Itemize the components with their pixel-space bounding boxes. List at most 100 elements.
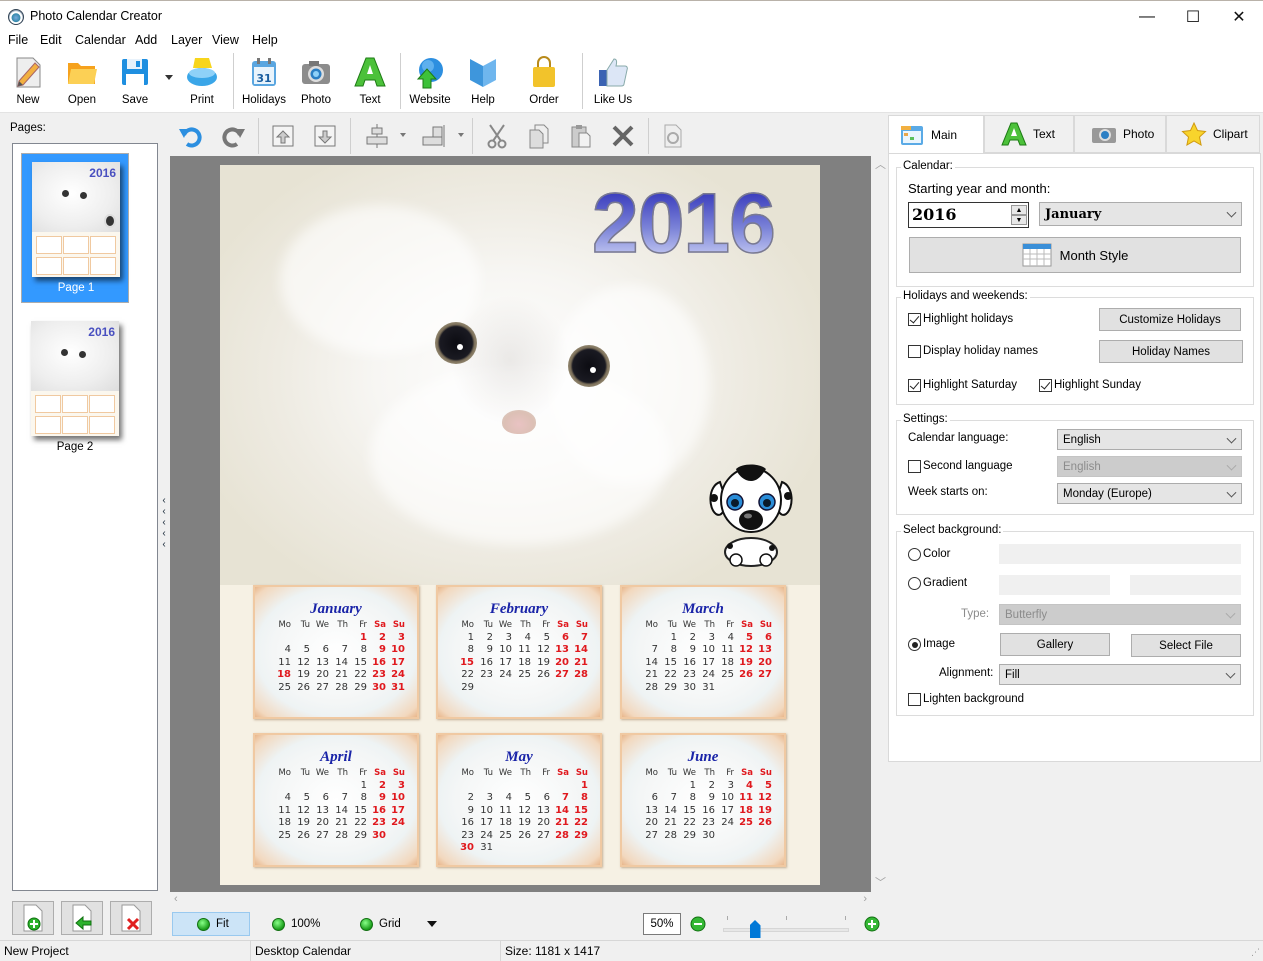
scroll-down-icon[interactable]: ﹀ — [875, 874, 886, 890]
spin-up-icon[interactable]: ▲ — [1011, 205, 1027, 215]
horizontal-scrollbar[interactable]: ‹ › — [170, 892, 871, 909]
redo-button[interactable] — [218, 121, 248, 151]
menu-file[interactable]: File — [8, 33, 28, 47]
background-color-radio[interactable] — [908, 548, 921, 561]
highlight-sunday-label[interactable]: Highlight Sunday — [1054, 379, 1141, 391]
month-style-button[interactable]: Month Style — [909, 237, 1241, 273]
add-page-button[interactable] — [12, 901, 54, 935]
calendar-year-title[interactable]: 2016 — [591, 175, 776, 272]
gallery-button[interactable]: Gallery — [1000, 633, 1110, 656]
second-language-label[interactable]: Second language — [923, 460, 1013, 472]
photo-button[interactable]: Photo — [296, 54, 336, 110]
menu-help[interactable]: Help — [252, 33, 278, 47]
print-button[interactable]: Print — [182, 54, 222, 110]
menu-layer[interactable]: Layer — [171, 33, 202, 47]
page-thumbnail-1[interactable]: 2016 Page 1 — [21, 153, 129, 303]
highlight-sunday-checkbox[interactable] — [1039, 379, 1052, 392]
scroll-left-icon[interactable]: ‹ — [174, 893, 178, 905]
month-june[interactable]: June Mo Tu We Th Fr Sa Su 1 2 3 4 5 6 7 8 9 10 11 12 13 14 15 1… — [620, 733, 786, 867]
select-file-button[interactable]: Select File — [1131, 634, 1241, 657]
holidays-button[interactable]: 31 Holidays — [242, 54, 286, 110]
close-button[interactable]: ✕ — [1216, 1, 1262, 32]
insert-page-button[interactable] — [61, 901, 103, 935]
background-gradient-label[interactable]: Gradient — [923, 577, 967, 589]
year-spinner[interactable]: 2016 ▲ ▼ — [908, 202, 1029, 228]
display-holiday-names-checkbox[interactable] — [908, 345, 921, 358]
month-may[interactable]: May Mo Tu We Th Fr Sa Su 1 2 3 4 5 6 7 8 9 10 11 12 13 14 15 16… — [436, 733, 602, 867]
week-starts-select[interactable]: Monday (Europe) — [1057, 483, 1242, 504]
minimize-button[interactable]: — — [1124, 1, 1170, 32]
menu-edit[interactable]: Edit — [40, 33, 62, 47]
month-march[interactable]: March Mo Tu We Th Fr Sa Su 1 2 3 4 5 6 7 8 9 10 11 12 13 14 15… — [620, 585, 786, 719]
size-dropdown-arrow-icon[interactable] — [458, 133, 464, 137]
grid-button[interactable]: Grid — [336, 912, 406, 936]
zoom-100-button[interactable]: 100% — [248, 912, 328, 936]
zoom-level-field[interactable]: 50% — [643, 913, 681, 935]
alignment-select[interactable]: Fill — [999, 664, 1241, 685]
save-dropdown-arrow-icon[interactable] — [165, 75, 173, 80]
zoom-in-button[interactable] — [864, 916, 880, 935]
save-button[interactable]: Save — [115, 54, 155, 110]
like-us-button[interactable]: Like Us — [592, 54, 634, 110]
zoom-slider-thumb[interactable] — [749, 920, 761, 938]
menu-add[interactable]: Add — [135, 33, 157, 47]
scroll-right-icon[interactable]: › — [863, 893, 867, 905]
bring-forward-button[interactable] — [268, 121, 298, 151]
scroll-up-icon[interactable]: ︿ — [875, 156, 886, 172]
tab-main[interactable]: Main — [888, 115, 984, 154]
tab-text[interactable]: Text — [984, 115, 1074, 153]
second-language-checkbox[interactable] — [908, 460, 921, 473]
month-april[interactable]: April Mo Tu We Th Fr Sa Su 1 2 3 4 5 6 7 8 9 10 11 12 13 14 15… — [253, 733, 419, 867]
send-backward-button[interactable] — [310, 121, 340, 151]
delete-page-button[interactable] — [110, 901, 152, 935]
customize-holidays-button[interactable]: Customize Holidays — [1099, 308, 1241, 331]
highlight-holidays-label[interactable]: Highlight holidays — [923, 313, 1013, 325]
background-color-label[interactable]: Color — [923, 548, 950, 560]
undo-button[interactable] — [176, 121, 206, 151]
cut-button[interactable] — [482, 121, 512, 151]
dalmatian-clipart[interactable] — [706, 460, 796, 568]
start-month-select[interactable]: January — [1039, 202, 1242, 226]
website-button[interactable]: Website — [408, 54, 452, 110]
tab-clipart[interactable]: Clipart — [1166, 115, 1260, 153]
lighten-background-checkbox[interactable] — [908, 693, 921, 706]
highlight-saturday-checkbox[interactable] — [908, 379, 921, 392]
month-february[interactable]: February Mo Tu We Th Fr Sa Su 1 2 3 4 5 6 7 8 9 10 11 12 13 1… — [436, 585, 602, 719]
lighten-background-label[interactable]: Lighten background — [923, 693, 1024, 705]
align-center-button[interactable] — [362, 121, 392, 151]
calendar-language-select[interactable]: English — [1057, 429, 1242, 450]
month-january[interactable]: January Mo Tu We Th Fr Sa Su 1 2 3 4 5 6 7 8 9 10 11 12 13 14… — [253, 585, 419, 719]
open-button[interactable]: Open — [62, 54, 102, 110]
maximize-button[interactable]: ☐ — [1170, 1, 1216, 32]
help-button[interactable]: Help — [463, 54, 503, 110]
menu-calendar[interactable]: Calendar — [75, 33, 126, 47]
new-button[interactable]: New — [8, 54, 48, 110]
holiday-names-button[interactable]: Holiday Names — [1099, 340, 1243, 363]
collapse-panel-handle[interactable]: ‹ ‹ ‹ ‹ ‹ — [158, 495, 170, 555]
grid-dropdown-arrow-icon[interactable] — [427, 921, 437, 927]
gradient-type-select[interactable]: Butterfly — [999, 604, 1241, 625]
fit-button[interactable]: Fit — [172, 912, 250, 936]
delete-button[interactable] — [608, 121, 638, 151]
highlight-saturday-label[interactable]: Highlight Saturday — [923, 379, 1017, 391]
zoom-out-button[interactable] — [690, 916, 706, 935]
calendar-page[interactable]: 2016 January Mo Tu We Th Fr Sa Su 1 2 3 4 5 6 7 8 9 10 11 1… — [220, 165, 820, 885]
text-button[interactable]: Text — [350, 54, 390, 110]
properties-button[interactable] — [658, 121, 688, 151]
zoom-slider-track[interactable] — [723, 928, 849, 932]
background-image-radio[interactable] — [908, 638, 921, 651]
paste-button[interactable] — [566, 121, 596, 151]
align-bottom-button[interactable] — [418, 121, 448, 151]
copy-button[interactable] — [524, 121, 554, 151]
vertical-scrollbar[interactable]: ︿ ﹀ — [871, 156, 888, 892]
order-button[interactable]: Order — [524, 54, 564, 110]
menu-view[interactable]: View — [212, 33, 239, 47]
tab-photo[interactable]: Photo — [1074, 115, 1166, 153]
page-thumbnail-2[interactable]: 2016 Page 2 — [21, 313, 129, 463]
display-holiday-names-label[interactable]: Display holiday names — [923, 345, 1038, 357]
align-dropdown-arrow-icon[interactable] — [400, 133, 406, 137]
highlight-holidays-checkbox[interactable] — [908, 313, 921, 326]
spin-down-icon[interactable]: ▼ — [1011, 215, 1027, 225]
resize-grip-icon[interactable]: ⋰ — [1251, 947, 1260, 958]
background-image-label[interactable]: Image — [923, 638, 955, 650]
